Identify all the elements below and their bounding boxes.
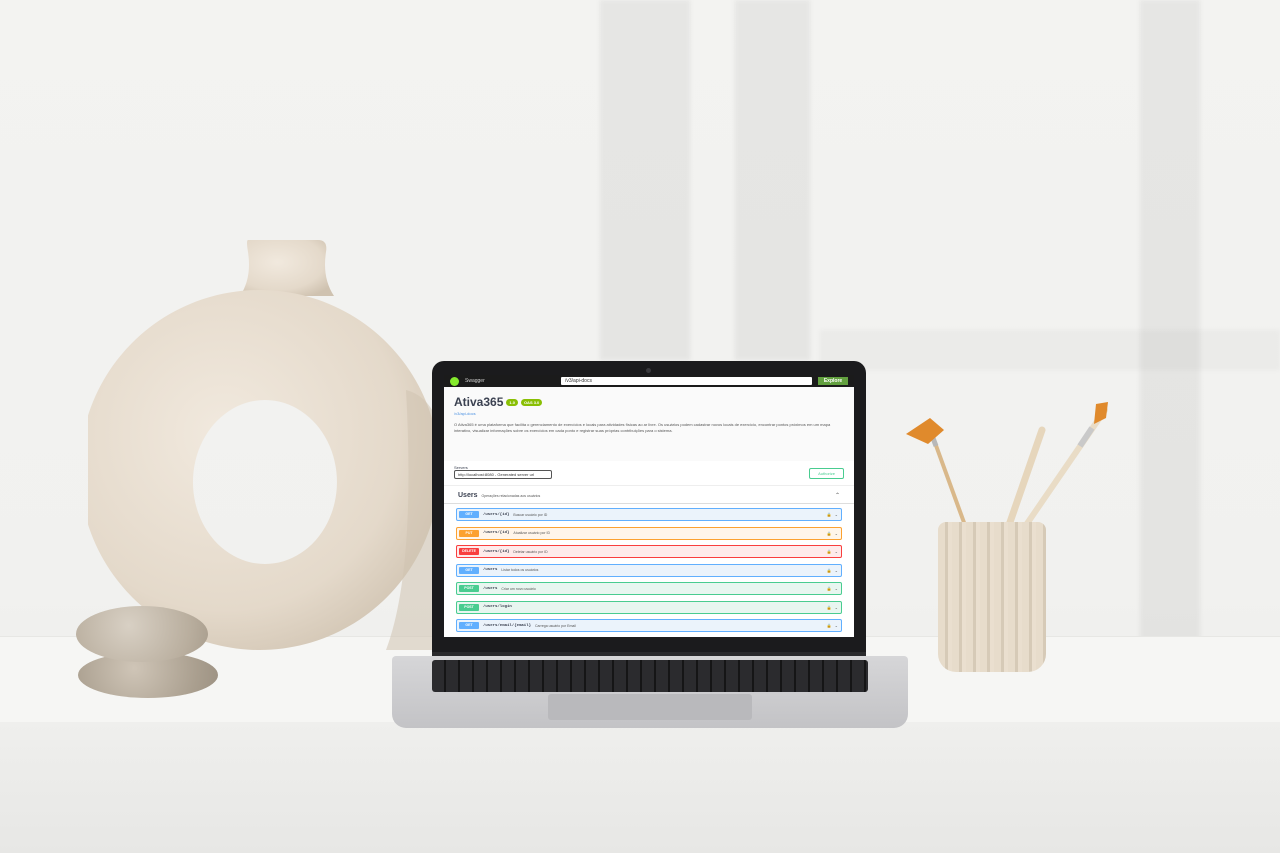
operation-row[interactable]: POST/users Criar um novo usuário 🔒 ⌄: [456, 582, 842, 595]
chevron-down-icon[interactable]: ⌄: [835, 549, 838, 554]
operation-summary: Carrega usuário por Email: [535, 623, 576, 628]
version-badge: 1.0: [506, 398, 518, 406]
method-badge: PUT: [459, 529, 479, 537]
chevron-down-icon[interactable]: ⌄: [835, 586, 838, 591]
oas-badge: OAS 3.0: [520, 398, 543, 406]
method-badge: GET: [459, 511, 479, 518]
chevron-up-icon[interactable]: ⌃: [835, 492, 840, 499]
ribbed-cup: [938, 522, 1046, 672]
api-title: Ativa365: [454, 395, 504, 409]
keyboard: [432, 660, 868, 692]
wall-shadow: [600, 0, 690, 360]
paint-brushes: [906, 402, 1108, 532]
stone: [76, 606, 208, 662]
chevron-down-icon[interactable]: ⌄: [835, 568, 838, 573]
server-select[interactable]: http://localhost:8080 - Generated server…: [454, 470, 552, 479]
wall-shadow: [1140, 0, 1200, 640]
laptop-screen: Swagger /v3/api-docs Explore Ativa365 1.…: [444, 375, 854, 637]
tag-name: Users: [458, 492, 478, 499]
method-badge: DELETE: [459, 548, 479, 555]
operation-row[interactable]: GET/users Listar todos os usuários 🔒 ⌄: [456, 563, 842, 577]
operation-summary: Deletar usuário por ID: [513, 549, 548, 554]
chevron-down-icon[interactable]: ⌄: [835, 531, 838, 536]
trackpad: [548, 694, 752, 720]
lock-icon[interactable]: 🔒: [827, 531, 832, 536]
servers-bar: Servers http://localhost:8080 - Generate…: [444, 461, 854, 486]
operation-summary: Listar todos os usuários: [501, 568, 539, 572]
operation-row[interactable]: GET/users/email/{email} Carrega usuário p…: [456, 619, 842, 632]
swagger-logo-icon: [450, 376, 459, 386]
operation-row[interactable]: PUT/users/{id} Atualizar usuário por ID 🔒 ⌄: [456, 526, 842, 540]
operation-row[interactable]: POST/users/login 🔒 ⌄: [456, 600, 842, 614]
lock-icon[interactable]: 🔒: [827, 623, 832, 628]
wall-shadow: [735, 0, 810, 360]
chevron-down-icon[interactable]: ⌄: [835, 512, 838, 517]
swagger-logo-text: Swagger: [465, 378, 485, 384]
camera-icon: [646, 368, 651, 373]
method-badge: POST: [459, 603, 479, 611]
operations-list: GET/users/{id} Buscar usuário por ID 🔒 ⌄ PUT…: [444, 508, 854, 637]
wall-shadow: [820, 330, 1280, 370]
api-docs-link[interactable]: /v3/api-docs: [454, 411, 844, 416]
operation-path: /users/{id}: [483, 531, 510, 535]
lock-icon[interactable]: 🔒: [827, 549, 832, 554]
table-front: [0, 722, 1280, 853]
tag-users-header[interactable]: Users Operações relacionadas aos usuário…: [444, 486, 854, 504]
laptop-lid: Swagger /v3/api-docs Explore Ativa365 1.…: [432, 361, 866, 657]
operation-path: /users: [483, 586, 498, 591]
method-badge: POST: [459, 585, 479, 592]
operation-summary: Atualizar usuário por ID: [513, 531, 550, 535]
api-info: Ativa365 1.0 OAS 3.0 /v3/api-docs O Ativ…: [444, 387, 854, 461]
operation-path: /users/login: [483, 605, 512, 609]
lock-icon[interactable]: 🔒: [827, 568, 832, 573]
operation-path: /users/{id}: [483, 512, 510, 517]
laptop-base: [392, 656, 908, 728]
url-input[interactable]: /v3/api-docs: [561, 377, 812, 385]
desk-scene: Swagger /v3/api-docs Explore Ativa365 1.…: [0, 0, 1280, 853]
swagger-topbar: Swagger /v3/api-docs Explore: [444, 375, 854, 387]
lock-icon[interactable]: 🔒: [827, 512, 832, 517]
operation-path: /users/email/{email}: [483, 623, 532, 628]
operation-row[interactable]: GET/users/{id} Buscar usuário por ID 🔒 ⌄: [456, 508, 842, 521]
method-badge: GET: [459, 622, 479, 629]
lock-icon[interactable]: 🔒: [827, 605, 832, 610]
chevron-down-icon[interactable]: ⌄: [835, 605, 838, 610]
operation-path: /users: [483, 568, 498, 572]
operation-row[interactable]: DELETE/users/{id} Deletar usuário por ID 🔒…: [456, 545, 842, 558]
chevron-down-icon[interactable]: ⌄: [835, 623, 838, 628]
api-description: O Ativa365 é uma plataforma que facilita…: [454, 422, 831, 433]
explore-button[interactable]: Explore: [818, 377, 848, 385]
method-badge: GET: [459, 566, 479, 574]
donut-vase: [88, 240, 446, 650]
tag-description: Operações relacionadas aos usuários: [481, 493, 541, 498]
operation-path: /users/{id}: [483, 549, 510, 554]
lock-icon[interactable]: 🔒: [827, 586, 832, 591]
authorize-button[interactable]: Authorize: [809, 468, 844, 479]
operation-summary: Buscar usuário por ID: [513, 512, 548, 517]
operation-summary: Criar um novo usuário: [501, 586, 536, 591]
